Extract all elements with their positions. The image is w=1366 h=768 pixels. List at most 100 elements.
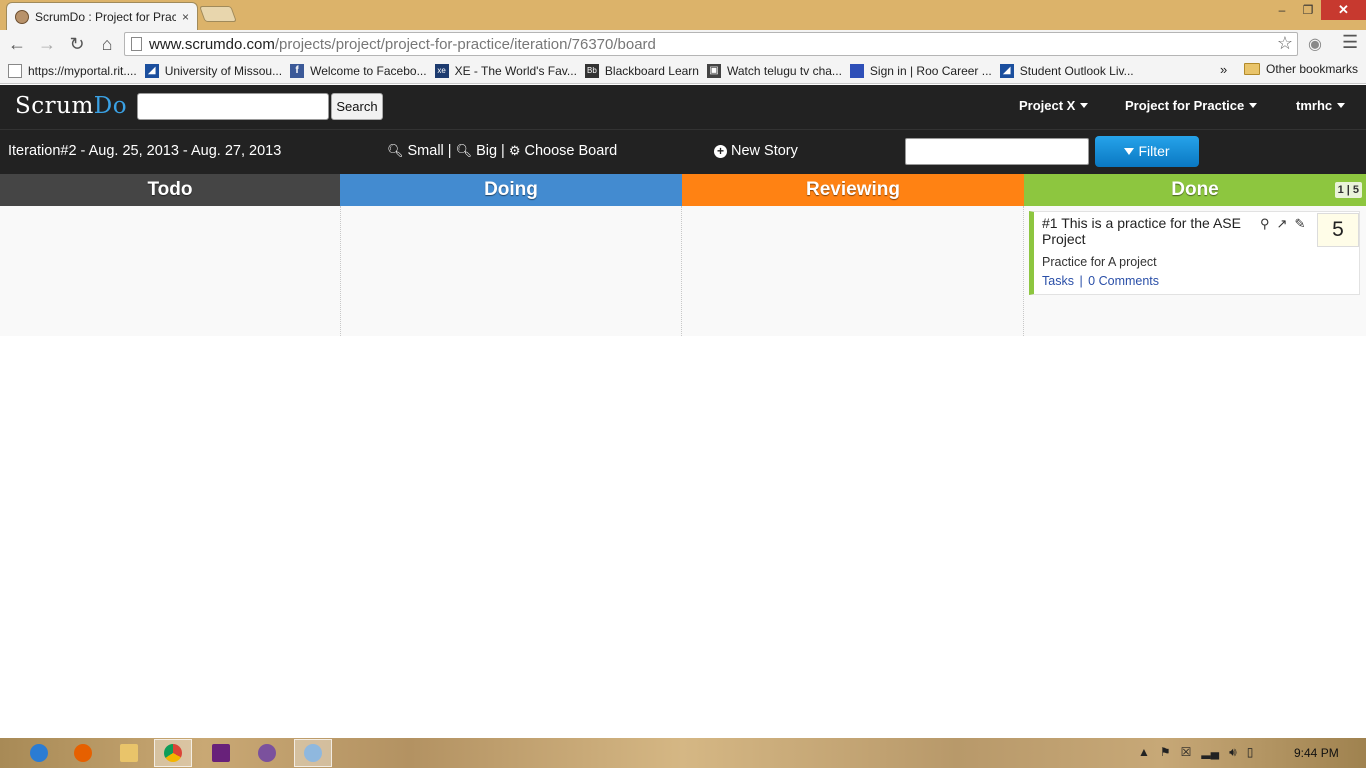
story-points[interactable]: 5 bbox=[1317, 213, 1359, 247]
scrumdo-logo[interactable]: ScrumDo bbox=[15, 93, 127, 119]
bookmark-item[interactable]: f Welcome to Facebo... bbox=[290, 63, 427, 78]
xe-icon: xe bbox=[434, 63, 449, 78]
reload-icon[interactable]: ↻ bbox=[64, 34, 90, 55]
menu-label: Project for Practice bbox=[1125, 98, 1245, 113]
project-for-practice-menu[interactable]: Project for Practice bbox=[1125, 98, 1258, 113]
taskbar-paint[interactable] bbox=[294, 739, 332, 767]
forward-icon[interactable]: → bbox=[34, 34, 60, 55]
column-title-done: Done bbox=[1171, 179, 1219, 200]
new-story-button[interactable]: + New Story bbox=[714, 143, 798, 159]
filter-input[interactable] bbox=[905, 138, 1089, 165]
flag-icon[interactable]: ⚑ bbox=[1160, 745, 1171, 760]
choose-board-link[interactable]: Choose Board bbox=[524, 143, 617, 159]
separator: | bbox=[501, 143, 505, 159]
bookmark-star-icon[interactable]: ☆ bbox=[1277, 33, 1293, 54]
chevron-down-icon bbox=[1080, 103, 1089, 108]
user-menu[interactable]: tmrhc bbox=[1296, 98, 1346, 113]
paint-icon bbox=[304, 744, 322, 762]
bookmark-label: https://myportal.rit.... bbox=[28, 63, 137, 78]
search-icon[interactable]: ⚲ bbox=[1260, 216, 1270, 232]
big-view-link[interactable]: Big bbox=[476, 143, 497, 159]
column-doing bbox=[341, 206, 682, 336]
browser-menu-icon[interactable]: ☰ bbox=[1342, 32, 1358, 53]
filter-button[interactable]: Filter bbox=[1095, 136, 1199, 167]
taskbar-clock[interactable]: 9:44 PM bbox=[1294, 746, 1339, 760]
taskbar-visual-studio[interactable] bbox=[202, 739, 240, 767]
page-icon bbox=[131, 37, 142, 51]
home-icon[interactable]: ⌂ bbox=[94, 34, 120, 55]
zoom-out-icon: 🔍︎ bbox=[387, 143, 404, 158]
more-bookmarks-button[interactable]: » bbox=[1220, 62, 1227, 77]
restore-button[interactable]: ❐ bbox=[1295, 0, 1321, 20]
new-tab-button[interactable] bbox=[199, 6, 237, 22]
taskbar-firefox[interactable] bbox=[64, 739, 102, 767]
bookmark-label: Sign in | Roo Career ... bbox=[869, 63, 992, 78]
bookmark-item[interactable]: ◢ University of Missou... bbox=[144, 63, 283, 78]
system-tray: ▲ ⚑ ☒ ▂▄ 🔊︎ ▯ bbox=[1138, 745, 1253, 760]
taskbar-viber[interactable] bbox=[248, 739, 286, 767]
bookmark-item[interactable]: ◢ Student Outlook Liv... bbox=[999, 63, 1134, 78]
bookmark-label: XE - The World's Fav... bbox=[454, 63, 577, 78]
share-icon[interactable]: ↗ bbox=[1277, 216, 1288, 232]
taskbar-ie[interactable] bbox=[20, 739, 58, 767]
network-error-icon[interactable]: ☒ bbox=[1181, 745, 1192, 760]
chrome-icon bbox=[164, 744, 182, 762]
story-links: Tasks | 0 Comments bbox=[1042, 274, 1159, 288]
browser-tab[interactable]: ScrumDo : Project for Prac × bbox=[6, 2, 198, 30]
url-host: www.scrumdo.com bbox=[149, 35, 275, 53]
bookmark-item[interactable]: https://myportal.rit.... bbox=[8, 63, 137, 78]
done-count-badge: 1 | 5 bbox=[1334, 182, 1362, 198]
bookmark-item[interactable]: Sign in | Roo Career ... bbox=[849, 63, 992, 78]
story-card[interactable]: #1 This is a practice for the ASE Projec… bbox=[1029, 211, 1360, 295]
facebook-icon: f bbox=[290, 63, 305, 78]
bookmark-label: University of Missou... bbox=[164, 63, 283, 78]
viber-icon bbox=[258, 744, 276, 762]
bookmark-item[interactable]: xe XE - The World's Fav... bbox=[434, 63, 577, 78]
volume-icon[interactable]: 🔊︎ bbox=[1229, 745, 1237, 760]
column-header-reviewing: Reviewing bbox=[682, 174, 1024, 206]
tray-expand-icon[interactable]: ▲ bbox=[1138, 745, 1150, 760]
folder-icon bbox=[120, 744, 138, 762]
separator: | bbox=[1079, 274, 1083, 288]
project-x-menu[interactable]: Project X bbox=[1019, 98, 1089, 113]
logo-do: Do bbox=[93, 93, 128, 119]
blackboard-icon: Bb bbox=[584, 63, 599, 78]
bookmark-label: Welcome to Facebo... bbox=[310, 63, 427, 78]
card-actions: ⚲ ↗ ✎ bbox=[1260, 216, 1305, 232]
scrumdo-favicon-icon bbox=[15, 9, 29, 24]
battery-icon[interactable]: ▯ bbox=[1247, 745, 1254, 760]
minimize-button[interactable]: – bbox=[1269, 0, 1295, 20]
filter-label: Filter bbox=[1138, 143, 1170, 159]
visual-studio-icon bbox=[212, 744, 230, 762]
bookmark-label: Student Outlook Liv... bbox=[1019, 63, 1134, 78]
other-bookmarks[interactable]: Other bookmarks bbox=[1244, 62, 1358, 76]
story-description: Practice for A project bbox=[1042, 255, 1157, 269]
logo-scrum: Scrum bbox=[15, 93, 94, 119]
view-options: 🔍︎ Small | 🔍︎ Big | ⚙ Choose Board bbox=[387, 143, 617, 159]
new-story-label: New Story bbox=[731, 143, 798, 159]
tasks-link[interactable]: Tasks bbox=[1042, 274, 1074, 288]
address-bar[interactable]: www.scrumdo.com/projects/project/project… bbox=[124, 32, 1298, 56]
search-button[interactable]: Search bbox=[331, 93, 383, 120]
iteration-bar: Iteration#2 - Aug. 25, 2013 - Aug. 27, 2… bbox=[0, 129, 1366, 174]
separator: | bbox=[447, 143, 452, 159]
edit-icon[interactable]: ✎ bbox=[1294, 216, 1305, 232]
close-window-button[interactable]: ✕ bbox=[1321, 0, 1366, 20]
back-icon[interactable]: ← bbox=[4, 34, 30, 55]
comments-link[interactable]: 0 Comments bbox=[1088, 274, 1159, 288]
taskbar-chrome[interactable] bbox=[154, 739, 192, 767]
bookmark-item[interactable]: ▣ Watch telugu tv cha... bbox=[706, 63, 842, 78]
bookmark-item[interactable]: Bb Blackboard Learn bbox=[584, 63, 699, 78]
story-title: #1 This is a practice for the ASE Projec… bbox=[1042, 215, 1241, 247]
bookmarks-bar: https://myportal.rit.... ◢ University of… bbox=[0, 58, 1366, 84]
bookmark-label: Watch telugu tv cha... bbox=[726, 63, 842, 78]
tab-close-icon[interactable]: × bbox=[182, 10, 189, 24]
extension-icon[interactable]: ◉ bbox=[1308, 34, 1322, 54]
plus-circle-icon: + bbox=[714, 144, 727, 158]
taskbar-explorer[interactable] bbox=[110, 739, 148, 767]
small-view-link[interactable]: Small bbox=[408, 143, 444, 159]
chevron-down-icon bbox=[1249, 103, 1258, 108]
search-input[interactable] bbox=[137, 93, 329, 120]
filter-icon bbox=[1124, 148, 1135, 155]
signal-icon[interactable]: ▂▄ bbox=[1201, 745, 1219, 760]
